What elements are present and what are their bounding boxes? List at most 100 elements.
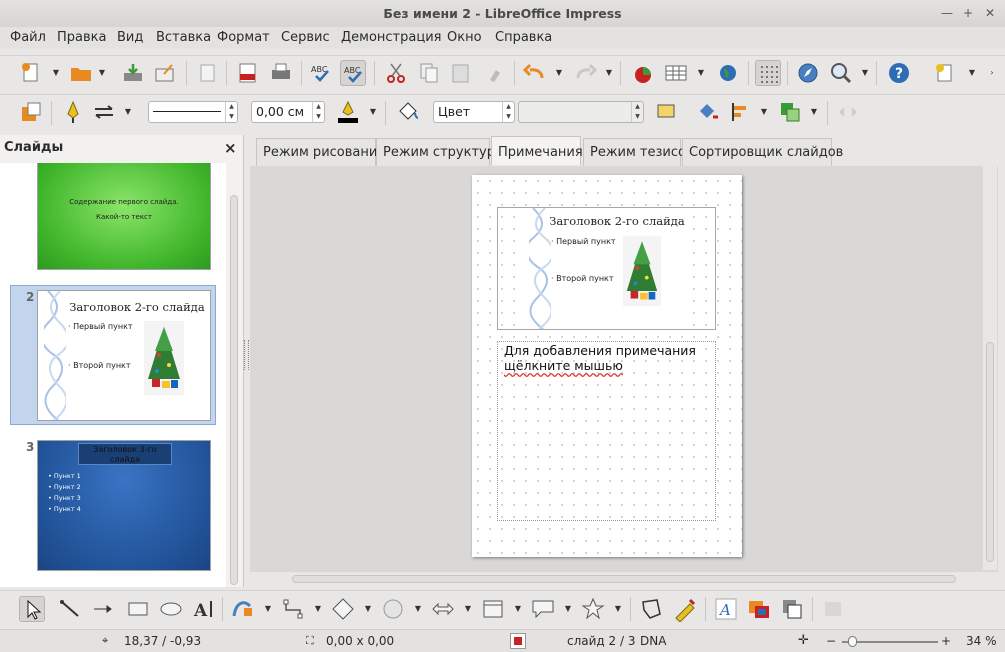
align-dropdown-icon[interactable]: ▼ [760, 99, 768, 125]
symbol-shapes-icon[interactable] [380, 596, 406, 622]
block-arrows-dropdown-icon[interactable]: ▼ [464, 596, 472, 622]
chart-icon[interactable] [630, 60, 656, 86]
callouts-dropdown-icon[interactable]: ▼ [564, 596, 572, 622]
line-icon[interactable] [60, 99, 86, 125]
edit-file-icon[interactable] [195, 60, 221, 86]
symbol-shapes-dropdown-icon[interactable]: ▼ [414, 596, 422, 622]
menu-window[interactable]: Окно [447, 30, 482, 45]
undo-dropdown-icon[interactable]: ▼ [555, 60, 563, 86]
fit-page-icon[interactable]: ✛ [798, 630, 809, 652]
select-arrow-icon[interactable] [19, 596, 45, 622]
open-dropdown-icon[interactable]: ▼ [98, 60, 106, 86]
help-icon[interactable]: ? [886, 60, 912, 86]
insert-dropdown-icon[interactable]: ▼ [968, 60, 976, 86]
arrange-icon[interactable] [777, 99, 803, 125]
basic-shapes-dropdown-icon[interactable]: ▼ [364, 596, 372, 622]
line-color-icon[interactable] [335, 99, 361, 125]
tab-notes-view[interactable]: Примечания [491, 136, 583, 165]
spellcheck-icon[interactable]: ABC [308, 60, 334, 86]
export-pdf-icon[interactable] [235, 60, 261, 86]
callouts-icon[interactable] [530, 596, 556, 622]
menu-edit[interactable]: Правка [57, 30, 106, 45]
zoom-out-icon[interactable]: − [826, 630, 836, 652]
area-fill-icon[interactable] [395, 99, 421, 125]
menu-file[interactable]: Файл [10, 30, 46, 45]
zoom-slider-handle[interactable] [848, 636, 857, 647]
auto-spellcheck-icon[interactable]: ABC [340, 60, 366, 86]
slides-scrollbar[interactable] [228, 163, 240, 587]
flip-icon[interactable] [835, 99, 861, 125]
curves-dropdown-icon[interactable]: ▼ [264, 596, 272, 622]
slide-thumbnail-2[interactable]: Заголовок 2-го слайда · Первый пункт · В… [37, 290, 211, 421]
text-tool-icon[interactable]: A [191, 596, 217, 622]
menu-help[interactable]: Справка [495, 30, 552, 45]
draw-arrow-line-icon[interactable] [91, 596, 117, 622]
flowchart-icon[interactable] [480, 596, 506, 622]
glue-points-icon[interactable] [672, 596, 698, 623]
paste-icon[interactable] [448, 60, 474, 86]
basic-shapes-icon[interactable] [330, 596, 356, 622]
toggle-extrusion-icon[interactable] [779, 596, 805, 622]
align-icon[interactable] [728, 99, 754, 125]
arrow-style-dropdown-icon[interactable]: ▼ [124, 99, 132, 125]
connector-icon[interactable] [280, 596, 306, 622]
document-modified-icon[interactable] [510, 633, 526, 649]
slide-thumbnail-1[interactable]: Содержание первого слайда. Какой-то текс… [37, 163, 211, 270]
panel-splitter-handle[interactable] [244, 340, 249, 370]
redo-dropdown-icon[interactable]: ▼ [605, 60, 613, 86]
menu-insert[interactable]: Вставка [156, 30, 211, 45]
toolbar-overflow-icon[interactable]: › [988, 60, 996, 86]
slide-preview-frame[interactable]: Заголовок 2-го слайда · Первый пункт · В… [497, 207, 716, 330]
menu-slideshow[interactable]: Демонстрация [341, 30, 441, 45]
navigator-compass-icon[interactable] [795, 60, 821, 86]
points-icon[interactable] [638, 596, 664, 622]
area-style-select[interactable]: Цвет ▲ ▼ [433, 101, 515, 123]
extrusion-disabled-icon[interactable] [820, 596, 846, 622]
menu-view[interactable]: Вид [117, 30, 143, 45]
arrow-style-icon[interactable] [91, 99, 117, 125]
undo-icon[interactable] [522, 60, 548, 86]
area-fill-select[interactable]: ▲ ▼ [518, 101, 644, 123]
save-icon[interactable] [120, 60, 146, 86]
insert-image-icon[interactable] [746, 596, 772, 622]
horizontal-scrollbar[interactable] [250, 572, 998, 586]
ellipse-icon[interactable] [158, 596, 184, 622]
rotate-icon[interactable] [695, 99, 721, 125]
curves-icon[interactable] [230, 596, 256, 622]
grid-icon[interactable] [755, 60, 781, 86]
open-folder-icon[interactable] [68, 60, 94, 86]
copy-icon[interactable] [416, 60, 442, 86]
print-icon[interactable] [268, 60, 294, 86]
zoom-icon[interactable] [828, 60, 854, 86]
zoom-dropdown-icon[interactable]: ▼ [861, 60, 869, 86]
tab-drawing-view[interactable]: Режим рисования [256, 138, 385, 166]
tab-outline-view[interactable]: Режим структуры [376, 138, 505, 166]
insert-object-icon[interactable] [932, 60, 958, 86]
slide-thumbnail-3[interactable]: Заголовок 3-го слайда • Пункт 1 • Пункт … [37, 440, 211, 571]
slides-scrollbar-thumb[interactable] [230, 195, 238, 585]
menu-tools[interactable]: Сервис [281, 30, 330, 45]
table-dropdown-icon[interactable]: ▼ [697, 60, 705, 86]
close-panel-icon[interactable]: × [224, 139, 237, 157]
tab-slide-sorter[interactable]: Сортировщик слайдов [682, 138, 843, 166]
minimize-icon[interactable]: — [936, 0, 958, 27]
horizontal-scrollbar-thumb[interactable] [292, 575, 956, 583]
stars-dropdown-icon[interactable]: ▼ [614, 596, 622, 622]
menu-format[interactable]: Формат [217, 30, 270, 45]
line-style-select[interactable]: ▲ ▼ [148, 101, 238, 123]
flowchart-dropdown-icon[interactable]: ▼ [514, 596, 522, 622]
navigator-globe-icon[interactable] [715, 60, 741, 86]
notes-text-area[interactable]: Для добавления примечания щёлкните мышью [497, 341, 716, 521]
new-document-icon[interactable] [18, 60, 44, 86]
styles-icon[interactable] [18, 99, 44, 125]
vertical-scrollbar[interactable] [983, 166, 997, 570]
close-window-icon[interactable]: ✕ [979, 0, 1001, 27]
stars-icon[interactable] [580, 596, 606, 622]
fontwork-icon[interactable]: A [713, 596, 739, 622]
line-width-field[interactable]: 0,00 см ▲ ▼ [251, 101, 325, 123]
block-arrows-icon[interactable] [430, 596, 456, 622]
line-color-dropdown-icon[interactable]: ▼ [369, 99, 377, 125]
draw-line-icon[interactable] [57, 596, 83, 622]
maximize-icon[interactable]: + [957, 0, 979, 27]
tab-handout-view[interactable]: Режим тезисов [583, 138, 694, 166]
